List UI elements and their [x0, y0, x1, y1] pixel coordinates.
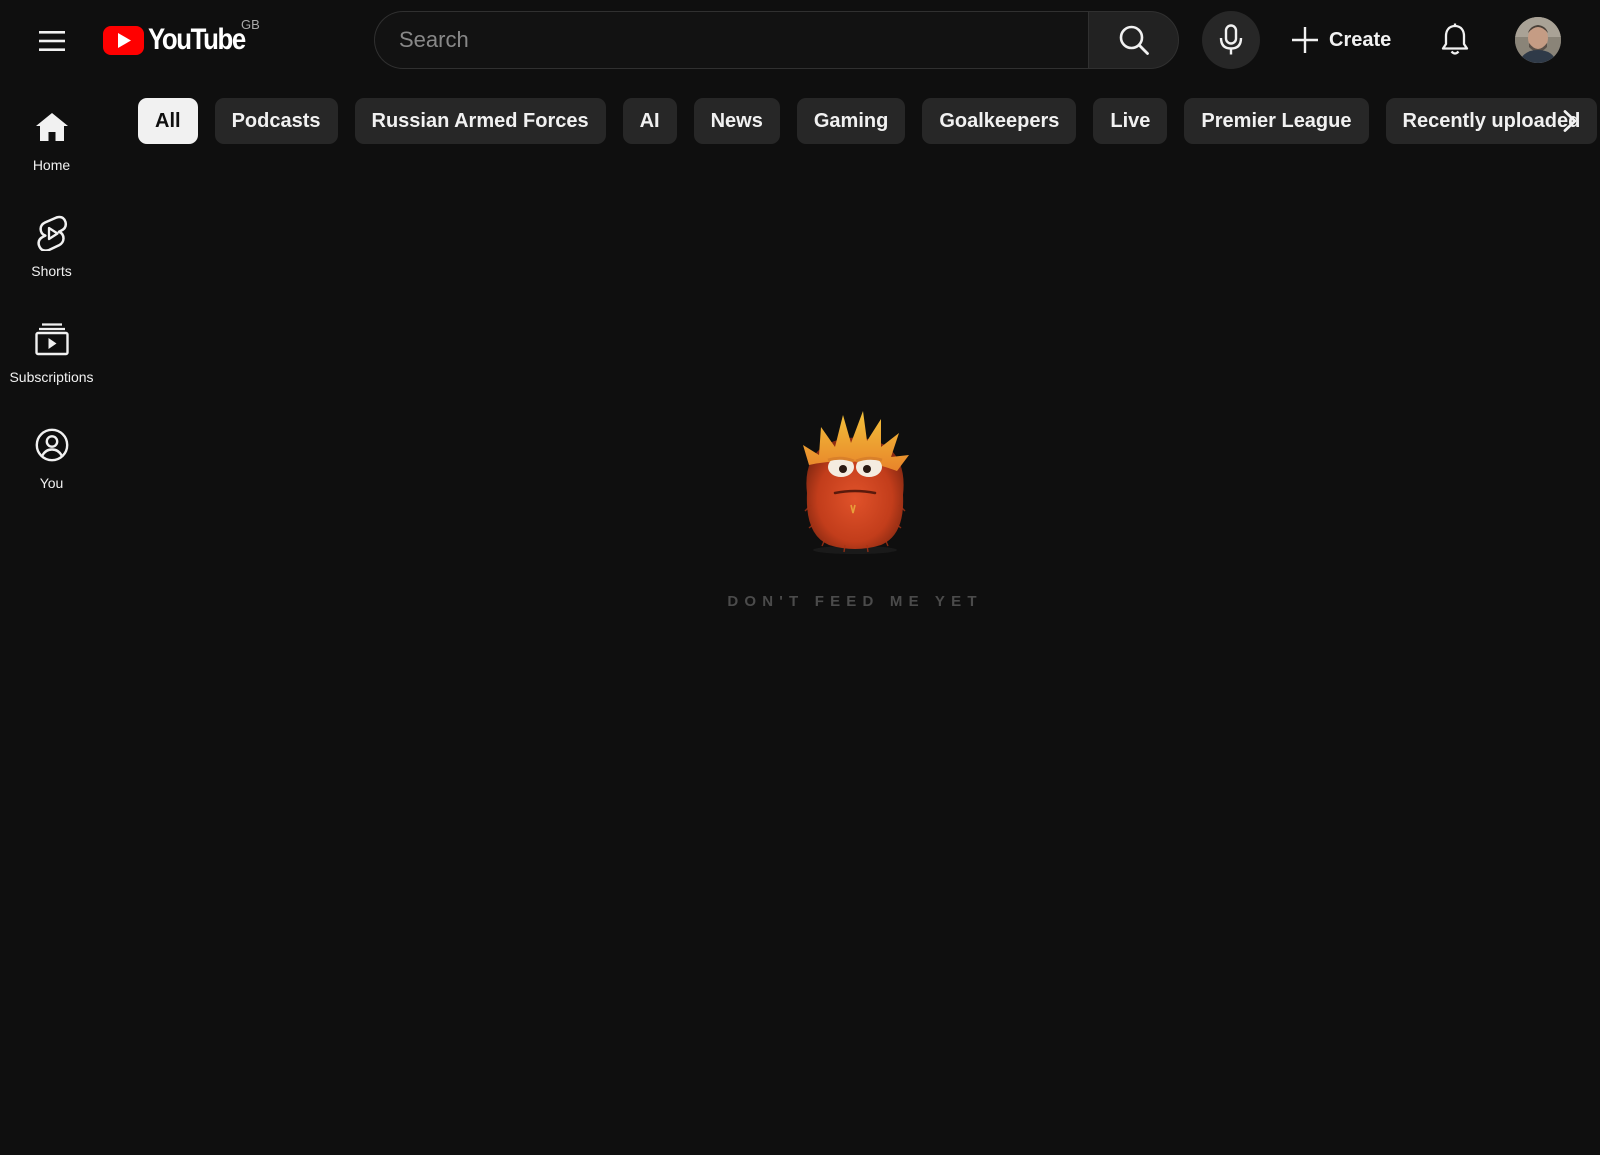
create-button[interactable]: Create: [1283, 17, 1401, 63]
chip-bar: All Podcasts Russian Armed Forces AI New…: [138, 98, 1598, 144]
chip-live[interactable]: Live: [1093, 98, 1168, 144]
chip-goalkeepers[interactable]: Goalkeepers: [922, 98, 1077, 144]
guide-item-label: Home: [32, 157, 71, 173]
guide-item-label: Shorts: [31, 263, 72, 279]
guide-item-label: Subscriptions: [9, 369, 94, 385]
youtube-app: YouTube GB Create: [0, 0, 1600, 1155]
empty-feed-state: DON'T FEED ME YET: [700, 405, 1010, 610]
you-icon: [33, 426, 71, 464]
plus-icon: [1292, 27, 1318, 53]
chip-podcasts[interactable]: Podcasts: [214, 98, 338, 144]
chips-next-button[interactable]: [1546, 97, 1594, 145]
empty-feed-message: DON'T FEED ME YET: [727, 593, 983, 610]
search-input[interactable]: [399, 27, 1091, 53]
chip-all[interactable]: All: [138, 98, 198, 144]
youtube-wordmark: YouTube: [148, 23, 246, 56]
guide-item-label: You: [39, 475, 64, 491]
guide-item-you[interactable]: You: [0, 406, 103, 512]
guide-item-shorts[interactable]: Shorts: [0, 194, 103, 300]
chevron-right-icon: [1563, 110, 1577, 132]
shorts-icon: [33, 214, 71, 252]
search-icon: [1119, 25, 1149, 55]
chip-gaming[interactable]: Gaming: [796, 98, 906, 144]
country-code: GB: [241, 17, 260, 32]
mini-guide: Home Shorts Subscriptions You: [0, 88, 103, 512]
guide-menu-button[interactable]: [28, 17, 76, 65]
chip-russian-armed-forces[interactable]: Russian Armed Forces: [354, 98, 606, 144]
search-box[interactable]: [374, 11, 1091, 69]
furry-monster-illustration: [803, 411, 909, 554]
home-icon: [33, 108, 71, 146]
notifications-button[interactable]: [1430, 15, 1480, 65]
voice-search-button[interactable]: [1202, 11, 1260, 69]
guide-item-subscriptions[interactable]: Subscriptions: [0, 300, 103, 406]
chip-news[interactable]: News: [693, 98, 780, 144]
bell-icon: [1441, 23, 1469, 55]
search-button[interactable]: [1088, 11, 1179, 69]
chip-premier-league[interactable]: Premier League: [1184, 98, 1369, 144]
account-avatar[interactable]: [1515, 17, 1561, 63]
youtube-play-logo-icon: [103, 25, 144, 55]
create-label: Create: [1329, 28, 1392, 51]
user-avatar-photo: [1515, 17, 1561, 63]
subscriptions-icon: [33, 320, 71, 358]
microphone-icon: [1219, 24, 1243, 55]
youtube-logo[interactable]: YouTube: [103, 22, 261, 58]
chip-ai[interactable]: AI: [622, 98, 677, 144]
masthead: YouTube GB Create: [0, 0, 1600, 80]
guide-item-home[interactable]: Home: [0, 88, 103, 194]
hamburger-menu-icon: [39, 31, 65, 51]
